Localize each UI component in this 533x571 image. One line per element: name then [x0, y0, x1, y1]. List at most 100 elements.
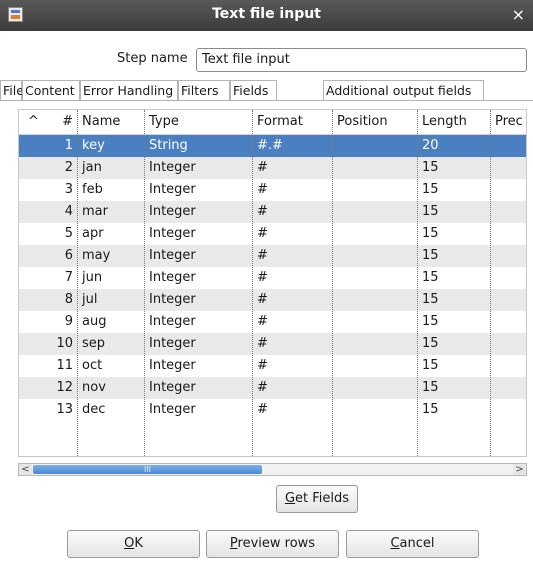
cell-name[interactable]: apr	[77, 223, 144, 245]
cell-num[interactable]: 12	[47, 377, 77, 399]
cell-num[interactable]: 2	[47, 157, 77, 179]
cell-length[interactable]: 15	[417, 157, 490, 179]
cell-length[interactable]: 20	[417, 135, 490, 157]
cell-length[interactable]: 15	[417, 179, 490, 201]
cell-format[interactable]: #	[252, 399, 332, 421]
cell-position[interactable]	[332, 333, 417, 355]
cell-name[interactable]: jan	[77, 157, 144, 179]
cell-format[interactable]: #	[252, 201, 332, 223]
cell-name[interactable]: mar	[77, 201, 144, 223]
cell-num[interactable]: 1	[47, 135, 77, 157]
cell-position[interactable]	[332, 311, 417, 333]
tab-file[interactable]: File	[0, 80, 24, 100]
cell-num[interactable]: 11	[47, 355, 77, 377]
table-row[interactable]: 10 sep Integer #15	[19, 333, 526, 355]
col-header-precision[interactable]: Prec	[490, 110, 526, 134]
cell-format[interactable]: #	[252, 333, 332, 355]
cell-format[interactable]: #	[252, 267, 332, 289]
cell-position[interactable]	[332, 399, 417, 421]
cell-type[interactable]: Integer	[144, 377, 252, 399]
table-row[interactable]: 2 jan Integer #15	[19, 157, 526, 179]
cell-type[interactable]: Integer	[144, 157, 252, 179]
cell-type[interactable]: Integer	[144, 201, 252, 223]
cell-name[interactable]: may	[77, 245, 144, 267]
cell-num[interactable]: 3	[47, 179, 77, 201]
step-name-input[interactable]: Text file input	[196, 48, 527, 72]
table-row[interactable]: 9 aug Integer #15	[19, 311, 526, 333]
tab-fields[interactable]: Fields	[230, 80, 277, 101]
scroll-left-icon[interactable]: <	[19, 464, 32, 475]
cell-format[interactable]: #	[252, 157, 332, 179]
cell-position[interactable]	[332, 157, 417, 179]
cell-type[interactable]: Integer	[144, 245, 252, 267]
cell-length[interactable]: 15	[417, 289, 490, 311]
col-header-position[interactable]: Position	[332, 110, 417, 134]
cell-type[interactable]: Integer	[144, 179, 252, 201]
cell-name[interactable]: feb	[77, 179, 144, 201]
fields-table[interactable]: ^ # Name Type Format Position Length Pre…	[18, 109, 527, 457]
cell-name[interactable]: dec	[77, 399, 144, 421]
preview-rows-button[interactable]: Preview rows	[206, 530, 339, 558]
cell-type[interactable]: String	[144, 135, 252, 157]
cell-name[interactable]: sep	[77, 333, 144, 355]
cell-position[interactable]	[332, 267, 417, 289]
cell-type[interactable]: Integer	[144, 289, 252, 311]
cell-length[interactable]: 15	[417, 201, 490, 223]
cell-type[interactable]: Integer	[144, 311, 252, 333]
table-row[interactable]: 11 oct Integer #15	[19, 355, 526, 377]
cell-num[interactable]: 4	[47, 201, 77, 223]
sort-icon[interactable]: ^	[23, 110, 47, 134]
scroll-right-icon[interactable]: >	[513, 464, 526, 475]
col-header-name[interactable]: Name	[77, 110, 144, 134]
cell-length[interactable]: 15	[417, 333, 490, 355]
tab-content[interactable]: Content	[22, 80, 80, 100]
table-row[interactable]: 5 apr Integer #15	[19, 223, 526, 245]
cell-length[interactable]: 15	[417, 377, 490, 399]
cell-type[interactable]: Integer	[144, 333, 252, 355]
col-header-type[interactable]: Type	[144, 110, 252, 134]
cell-length[interactable]: 15	[417, 311, 490, 333]
cell-format[interactable]: #	[252, 245, 332, 267]
cell-format[interactable]: #	[252, 355, 332, 377]
cell-num[interactable]: 6	[47, 245, 77, 267]
cell-position[interactable]	[332, 355, 417, 377]
horizontal-scrollbar[interactable]: < III >	[18, 463, 527, 476]
cell-position[interactable]	[332, 377, 417, 399]
cell-length[interactable]: 15	[417, 245, 490, 267]
cell-position[interactable]	[332, 223, 417, 245]
cell-format[interactable]: #	[252, 223, 332, 245]
close-icon[interactable]: ×	[512, 5, 525, 24]
cell-num[interactable]: 5	[47, 223, 77, 245]
cell-num[interactable]: 8	[47, 289, 77, 311]
cell-name[interactable]: key	[77, 135, 144, 157]
cell-name[interactable]: aug	[77, 311, 144, 333]
table-row[interactable]: 7 jun Integer #15	[19, 267, 526, 289]
tab-error-handling[interactable]: Error Handling	[80, 80, 178, 100]
col-header-num[interactable]: #	[47, 110, 77, 134]
tab-filters[interactable]: Filters	[178, 80, 230, 100]
cell-name[interactable]: jun	[77, 267, 144, 289]
cell-name[interactable]: nov	[77, 377, 144, 399]
cell-length[interactable]: 15	[417, 267, 490, 289]
cell-format[interactable]: #	[252, 289, 332, 311]
table-row[interactable]: 8 jul Integer #15	[19, 289, 526, 311]
tab-additional-output-fields[interactable]: Additional output fields	[323, 80, 484, 100]
table-row[interactable]: 3 feb Integer #15	[19, 179, 526, 201]
cell-length[interactable]: 15	[417, 355, 490, 377]
cell-name[interactable]: jul	[77, 289, 144, 311]
table-row[interactable]: 4 mar Integer #15	[19, 201, 526, 223]
cell-position[interactable]	[332, 201, 417, 223]
cell-type[interactable]: Integer	[144, 267, 252, 289]
cell-num[interactable]: 9	[47, 311, 77, 333]
cell-position[interactable]	[332, 135, 417, 157]
cell-type[interactable]: Integer	[144, 223, 252, 245]
col-header-format[interactable]: Format	[252, 110, 332, 134]
scroll-thumb[interactable]: III	[33, 465, 262, 474]
cell-name[interactable]: oct	[77, 355, 144, 377]
cell-position[interactable]	[332, 245, 417, 267]
cell-type[interactable]: Integer	[144, 355, 252, 377]
cell-position[interactable]	[332, 179, 417, 201]
cell-length[interactable]: 15	[417, 399, 490, 421]
cell-format[interactable]: #.#	[252, 135, 332, 157]
col-header-length[interactable]: Length	[417, 110, 490, 134]
